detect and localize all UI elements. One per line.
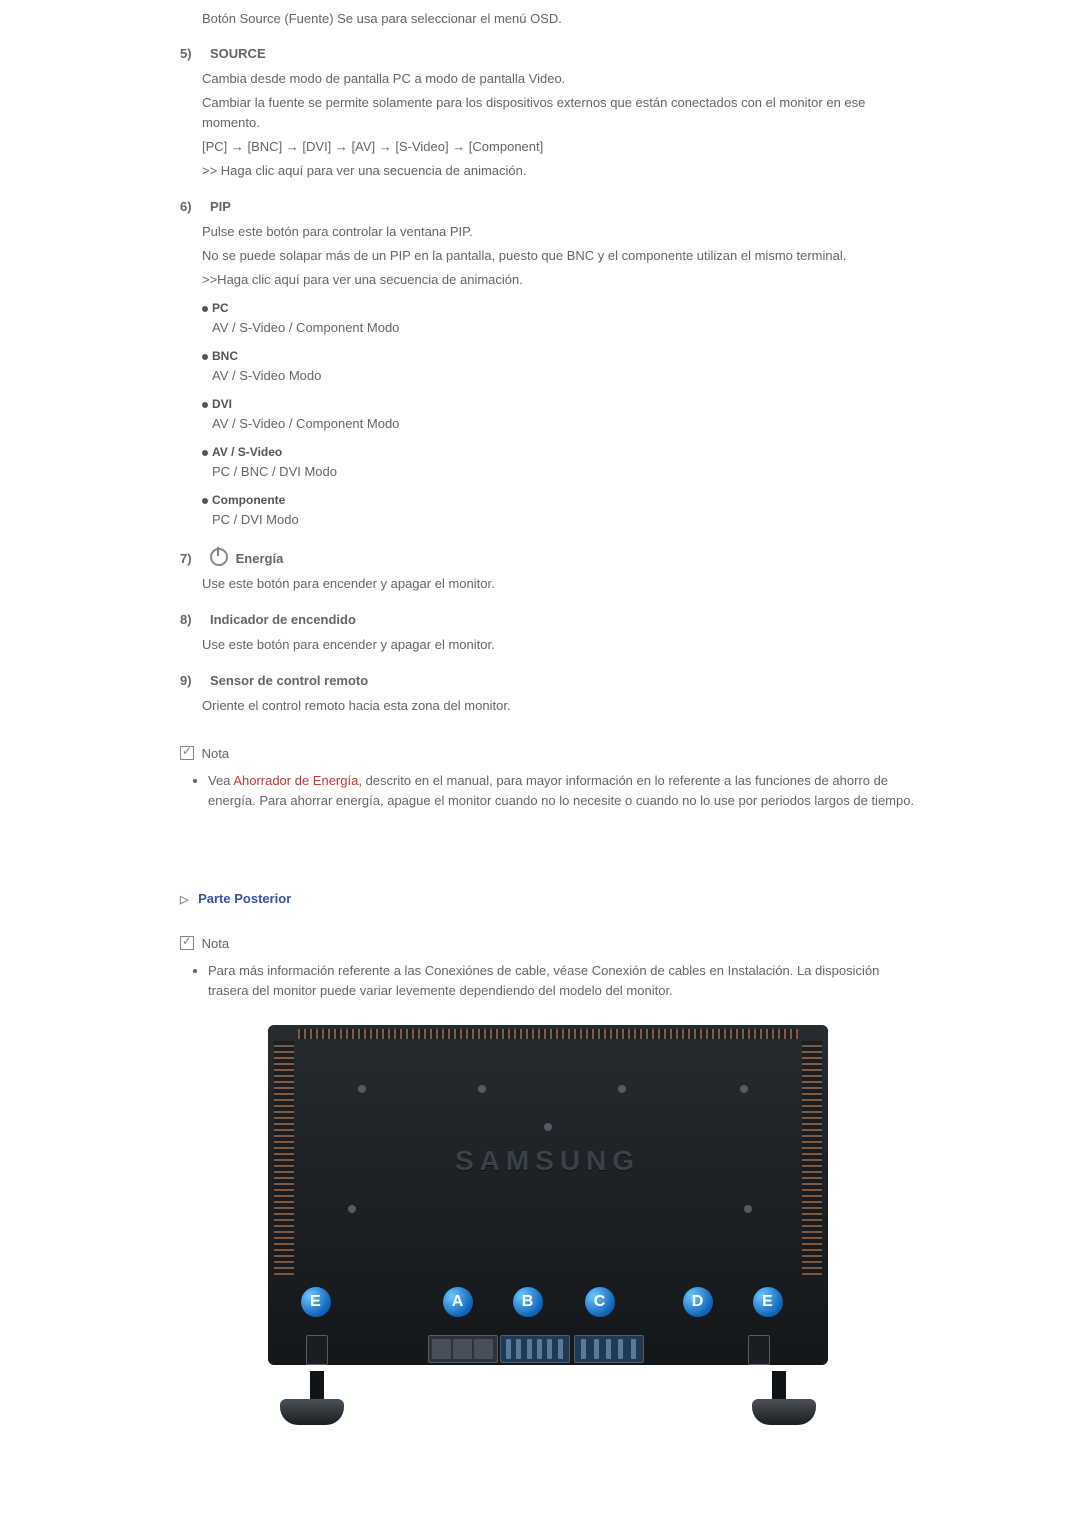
section-6: 6) PIP Pulse este botón para controlar l…	[180, 199, 915, 530]
check-icon	[180, 746, 194, 760]
label-a: A	[443, 1287, 473, 1317]
section-8-title: Indicador de encendido	[210, 612, 356, 627]
section-5-num: 5)	[180, 46, 196, 61]
section-5-p2: Cambiar la fuente se permite solamente p…	[202, 93, 915, 133]
section-6-num: 6)	[180, 199, 196, 214]
port-a-icon	[428, 1335, 498, 1363]
pip-item-bnc: BNC AV / S-Video Modo	[202, 346, 915, 386]
section-7-num: 7)	[180, 551, 196, 566]
section-5-p3: [PC] → [BNC] → [DVI] → [AV] → [S-Video] …	[202, 137, 915, 157]
note-1-item: Vea Ahorrador de Energía, descrito en el…	[208, 771, 915, 811]
section-6-body: Pulse este botón para controlar la venta…	[202, 222, 915, 530]
section-8-p1: Use este botón para encender y apagar el…	[202, 635, 915, 655]
section-7-body: Use este botón para encender y apagar el…	[202, 574, 915, 594]
monitor-back-figure: SAMSUNG E A B C D	[268, 1025, 828, 1365]
section-5-head: 5) SOURCE	[180, 46, 915, 61]
section-8: 8) Indicador de encendido Use este botón…	[180, 612, 915, 655]
section-9-body: Oriente el control remoto hacia esta zon…	[202, 696, 915, 716]
power-icon	[210, 548, 228, 566]
note-2-item: Para más información referente a las Con…	[208, 961, 915, 1001]
pip-pc-text: AV / S-Video / Component Modo	[212, 318, 915, 338]
note-1-text-a: Vea	[208, 773, 233, 788]
port-e-right-icon	[748, 1335, 770, 1365]
port-b-icon	[500, 1335, 570, 1363]
section-9-head: 9) Sensor de control remoto	[180, 673, 915, 688]
foot-right-icon	[752, 1399, 816, 1425]
back-section-heading: ▷ Parte Posterior	[180, 891, 915, 906]
monitor-back-panel: SAMSUNG E A B C D	[268, 1025, 828, 1365]
section-9: 9) Sensor de control remoto Oriente el c…	[180, 673, 915, 716]
section-6-p3: >>Haga clic aquí para ver una secuencia …	[202, 270, 915, 290]
section-6-sublist: PC AV / S-Video / Component Modo BNC AV …	[202, 298, 915, 530]
port-c-icon	[574, 1335, 644, 1363]
label-e-left: E	[301, 1287, 331, 1317]
label-b: B	[513, 1287, 543, 1317]
section-6-p2: No se puede solapar más de un PIP en la …	[202, 246, 915, 266]
triangle-right-icon: ▷	[180, 894, 188, 906]
label-c: C	[585, 1287, 615, 1317]
note-2-head: Nota	[180, 936, 915, 951]
label-d: D	[683, 1287, 713, 1317]
port-e-left-icon	[306, 1335, 328, 1365]
section-9-title: Sensor de control remoto	[210, 673, 368, 688]
intro-text: Botón Source (Fuente) Se usa para selecc…	[202, 10, 915, 28]
pip-bnc-text: AV / S-Video Modo	[212, 366, 915, 386]
section-6-title: PIP	[210, 199, 231, 214]
page-root: Botón Source (Fuente) Se usa para selecc…	[0, 0, 1080, 1528]
pip-item-av-svideo: AV / S-Video PC / BNC / DVI Modo	[202, 442, 915, 482]
note-2-list: Para más información referente a las Con…	[190, 961, 915, 1001]
section-7-head: 7) Energía	[180, 548, 915, 566]
content-column: Botón Source (Fuente) Se usa para selecc…	[180, 0, 915, 1365]
section-6-head: 6) PIP	[180, 199, 915, 214]
section-8-num: 8)	[180, 612, 196, 627]
pip-dvi-name: DVI	[212, 397, 232, 411]
brand-logo: SAMSUNG	[268, 1145, 828, 1177]
note-1-list: Vea Ahorrador de Energía, descrito en el…	[190, 771, 915, 811]
energy-saver-link[interactable]: Ahorrador de Energía,	[233, 773, 362, 788]
section-5-p1: Cambia desde modo de pantalla PC a modo …	[202, 69, 915, 89]
pip-item-pc: PC AV / S-Video / Component Modo	[202, 298, 915, 338]
note-1-label: Nota	[202, 746, 229, 761]
pip-pc-name: PC	[212, 301, 229, 315]
pip-comp-name: Componente	[212, 493, 285, 507]
back-heading-text: Parte Posterior	[198, 891, 291, 906]
section-8-head: 8) Indicador de encendido	[180, 612, 915, 627]
pip-item-componente: Componente PC / DVI Modo	[202, 490, 915, 530]
section-9-num: 9)	[180, 673, 196, 688]
check-icon	[180, 936, 194, 950]
note-1-head: Nota	[180, 746, 915, 761]
section-5-title: SOURCE	[210, 46, 266, 61]
label-e-right: E	[753, 1287, 783, 1317]
pip-comp-text: PC / DVI Modo	[212, 510, 915, 530]
section-5-p4: >> Haga clic aquí para ver una secuencia…	[202, 161, 915, 181]
section-5: 5) SOURCE Cambia desde modo de pantalla …	[180, 46, 915, 181]
pip-av-text: PC / BNC / DVI Modo	[212, 462, 915, 482]
section-7-p1: Use este botón para encender y apagar el…	[202, 574, 915, 594]
pip-bnc-name: BNC	[212, 349, 238, 363]
section-7: 7) Energía Use este botón para encender …	[180, 548, 915, 594]
pip-dvi-text: AV / S-Video / Component Modo	[212, 414, 915, 434]
note-2-label: Nota	[202, 936, 229, 951]
section-6-p1: Pulse este botón para controlar la venta…	[202, 222, 915, 242]
note-1: Nota Vea Ahorrador de Energía, descrito …	[180, 746, 915, 811]
section-7-title: Energía	[236, 551, 284, 566]
pip-item-dvi: DVI AV / S-Video / Component Modo	[202, 394, 915, 434]
section-9-p1: Oriente el control remoto hacia esta zon…	[202, 696, 915, 716]
section-8-body: Use este botón para encender y apagar el…	[202, 635, 915, 655]
vent-top-icon	[298, 1029, 798, 1039]
section-5-body: Cambia desde modo de pantalla PC a modo …	[202, 69, 915, 181]
foot-left-icon	[280, 1399, 344, 1425]
pip-av-name: AV / S-Video	[212, 445, 282, 459]
note-2: Nota Para más información referente a la…	[180, 936, 915, 1001]
